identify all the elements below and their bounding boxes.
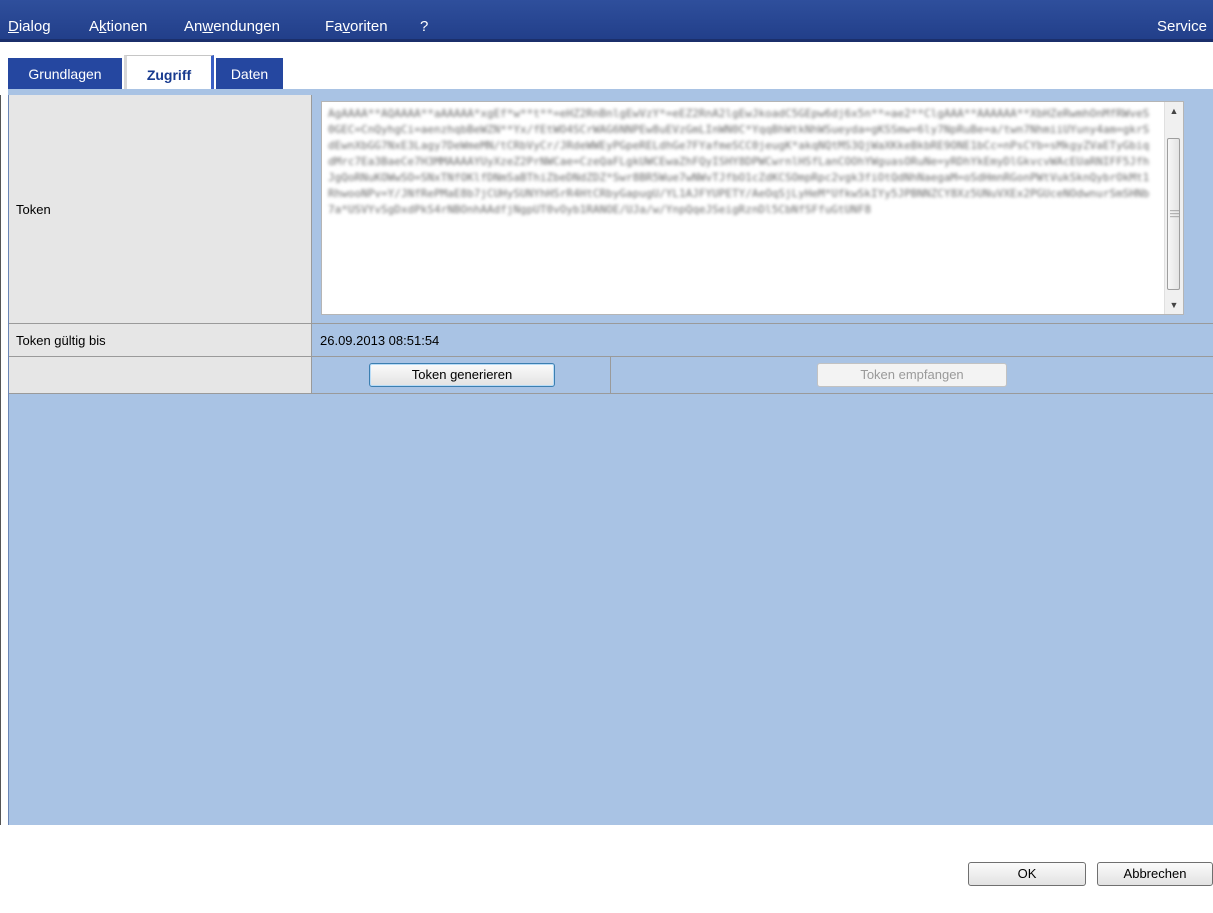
- menu-dialog[interactable]: Dialog: [8, 18, 51, 36]
- tab-zugriff[interactable]: Zugriff: [124, 55, 214, 92]
- menu-bar: Dialog Aktionen Anwendungen Favoriten ? …: [0, 0, 1213, 42]
- tab-grundlagen[interactable]: Grundlagen: [8, 58, 122, 90]
- validity-value: 26.09.2013 08:51:54: [320, 332, 440, 348]
- token-scrollbar[interactable]: ▲ — — — ▼: [1164, 102, 1183, 314]
- generate-token-button[interactable]: Token generieren: [369, 363, 555, 387]
- menu-anwendungen[interactable]: Anwendungen: [184, 18, 280, 36]
- content-area: Token AgAAAA**AQAAAA**aAAAAA*xgEf*w**t**…: [8, 95, 1213, 825]
- token-text: AgAAAA**AQAAAA**aAAAAA*xgEf*w**t**=eHZ2R…: [328, 107, 1150, 216]
- tab-daten[interactable]: Daten: [216, 58, 283, 90]
- column-divider: [610, 357, 611, 393]
- dialog-footer: OK Abbrechen: [0, 825, 1213, 913]
- ok-button[interactable]: OK: [968, 862, 1086, 886]
- grip-icon: — — —: [1170, 205, 1179, 221]
- scroll-down-icon[interactable]: ▼: [1165, 296, 1183, 314]
- cancel-button[interactable]: Abbrechen: [1097, 862, 1213, 886]
- token-label: Token: [9, 95, 312, 323]
- token-textarea[interactable]: AgAAAA**AQAAAA**aAAAAA*xgEf*w**t**=eHZ2R…: [321, 101, 1184, 315]
- receive-token-button[interactable]: Token empfangen: [817, 363, 1007, 387]
- validity-label: Token gültig bis: [9, 324, 312, 356]
- actions-label-empty: [9, 357, 312, 393]
- window-left-border: [0, 95, 1, 913]
- menu-favoriten[interactable]: Favoriten: [325, 18, 388, 36]
- scroll-thumb[interactable]: — — —: [1167, 138, 1180, 290]
- menu-aktionen[interactable]: Aktionen: [89, 18, 147, 36]
- token-actions-row: Token generieren Token empfangen: [9, 357, 1213, 394]
- menu-service[interactable]: Service: [1157, 18, 1207, 35]
- scroll-up-icon[interactable]: ▲: [1165, 102, 1183, 120]
- token-row: Token AgAAAA**AQAAAA**aAAAAA*xgEf*w**t**…: [9, 95, 1213, 324]
- menu-help[interactable]: ?: [420, 18, 428, 36]
- validity-row: Token gültig bis 26.09.2013 08:51:54: [9, 324, 1213, 357]
